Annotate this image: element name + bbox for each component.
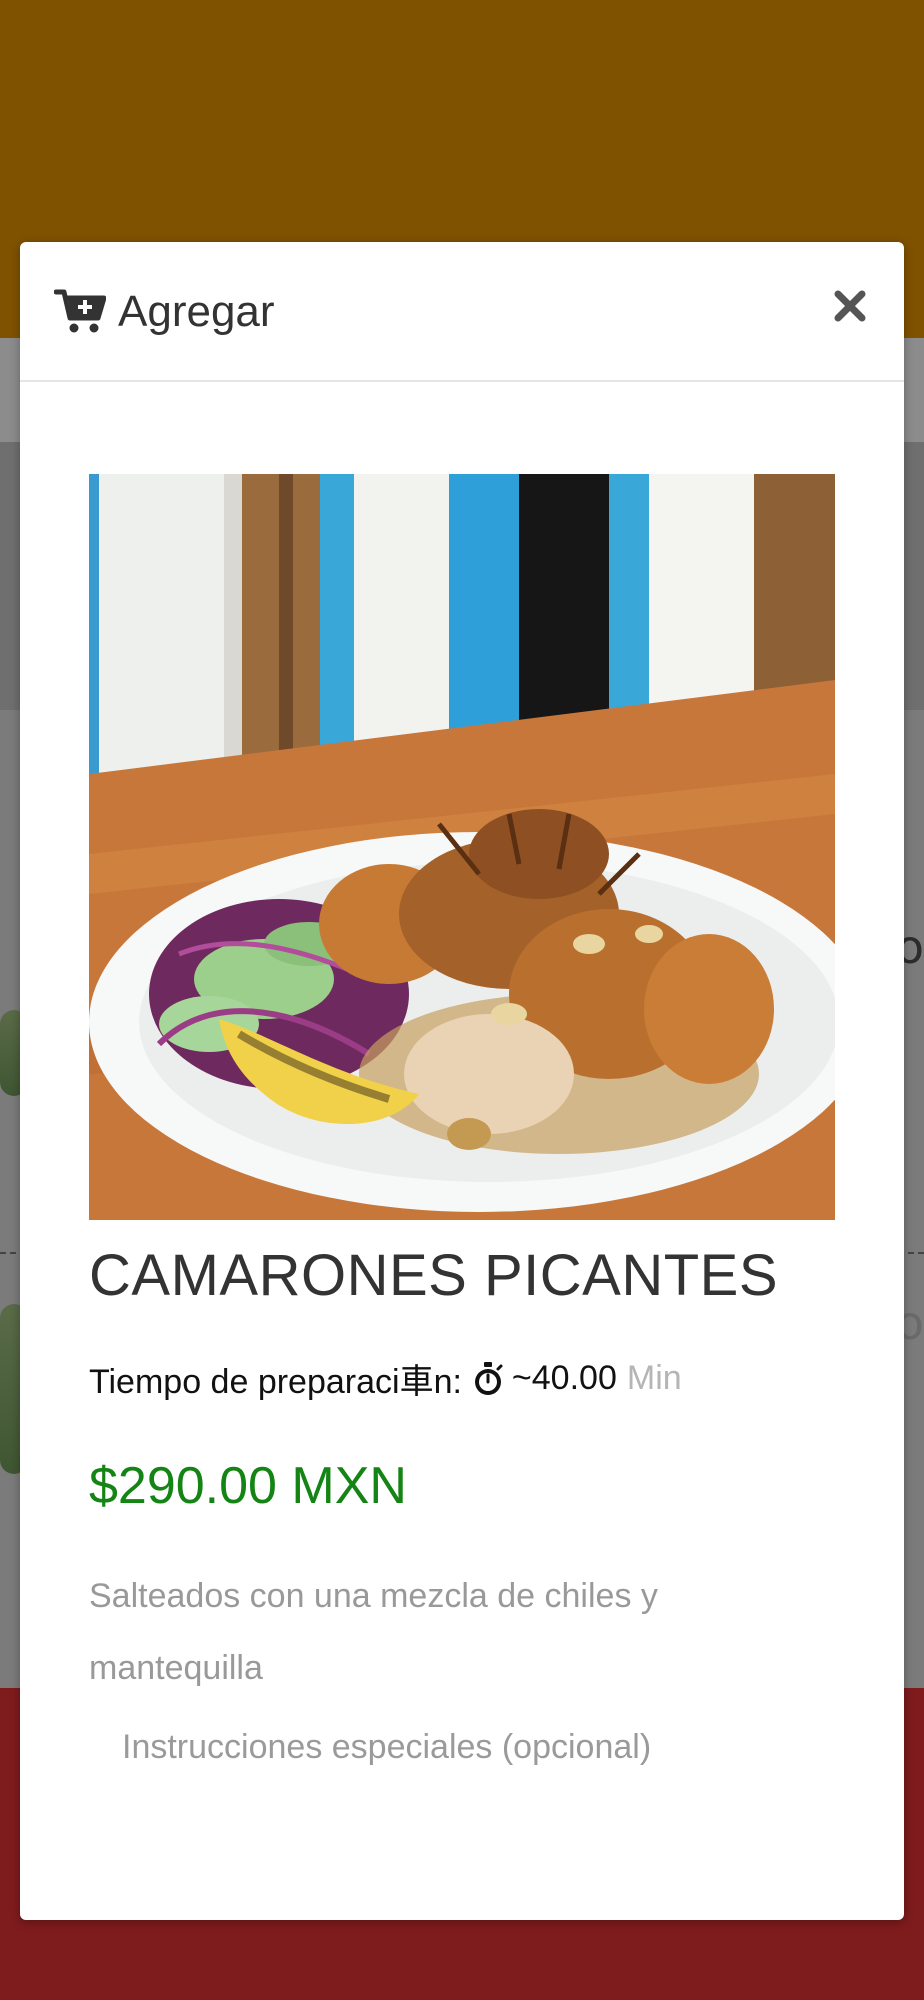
stopwatch-icon — [474, 1361, 503, 1395]
dish-photo — [89, 474, 835, 1220]
prep-time-value: ~40.00 — [511, 1359, 617, 1397]
cart-plus-icon — [54, 289, 106, 333]
dish-description: Salteados con una mezcla de chiles y man… — [89, 1577, 658, 1687]
prep-time-unit: Min — [626, 1359, 682, 1397]
prep-time-row: Tiempo de preparaci車n: ~40.00 Min — [89, 1354, 682, 1403]
prep-time-label: Tiempo de preparaci車n: — [89, 1363, 462, 1401]
dish-price: $290.00 MXN — [89, 1457, 407, 1515]
modal-header: Agregar — [20, 242, 904, 382]
close-icon[interactable] — [830, 286, 870, 326]
dish-name: CAMARONES PICANTES — [89, 1243, 778, 1308]
add-to-cart-modal: Agregar CAMARONES PICANTES Tiempo de pre… — [20, 242, 904, 1920]
modal-title: Agregar — [118, 287, 275, 336]
special-instructions-input[interactable] — [122, 1728, 822, 1767]
